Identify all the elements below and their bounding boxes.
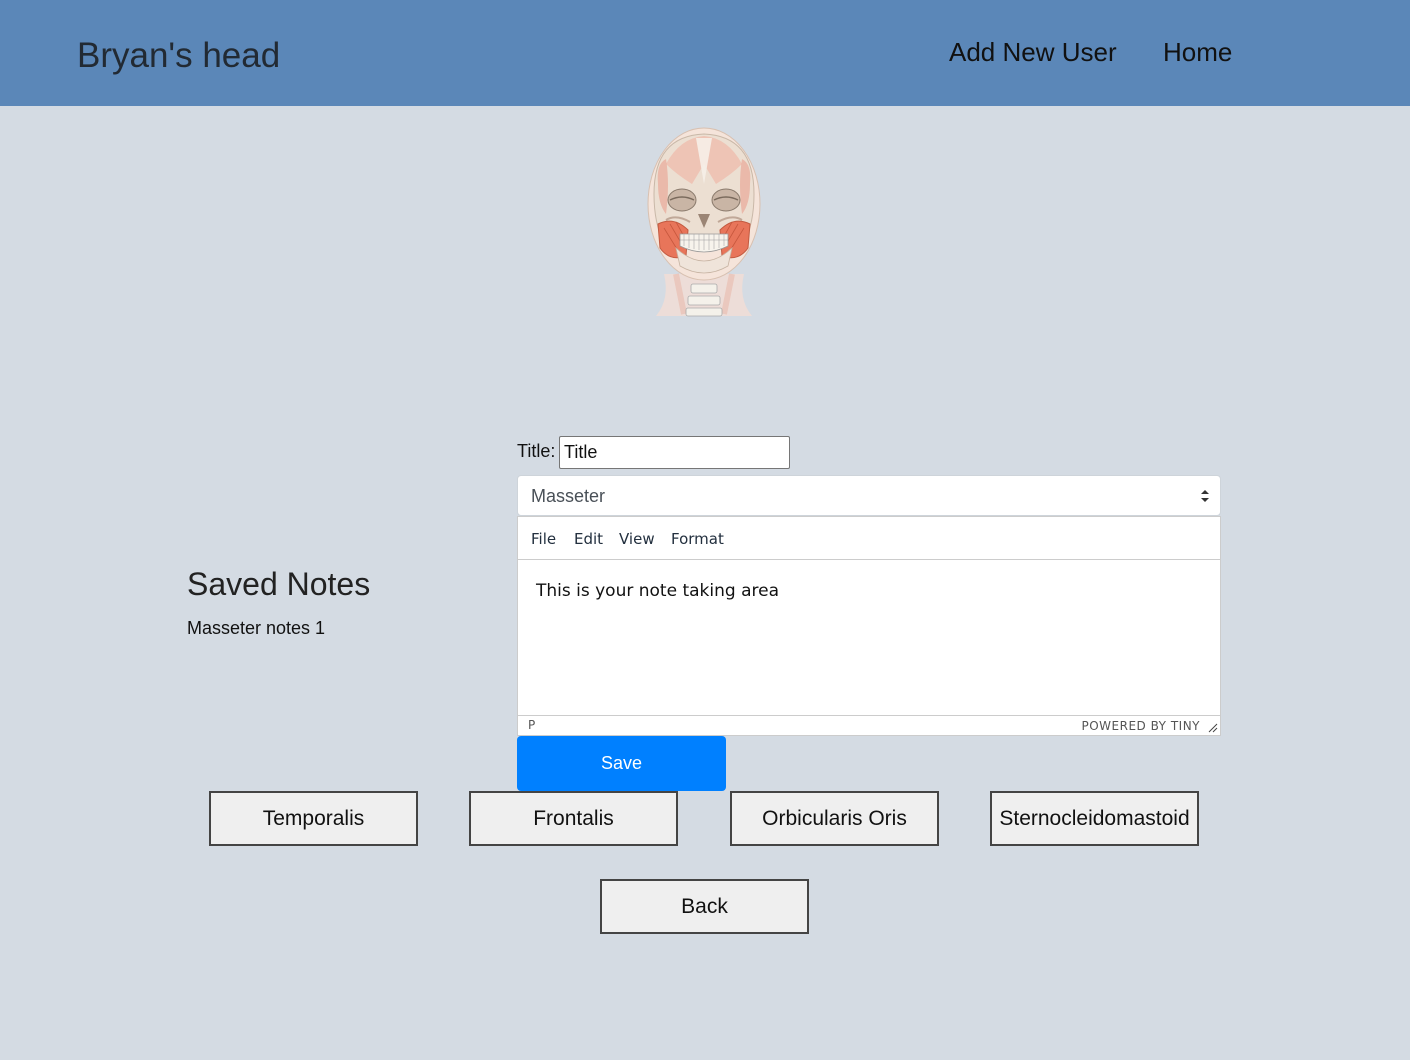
saved-note-item[interactable]: Masseter notes 1: [187, 618, 325, 639]
skull-muscle-image: [636, 124, 772, 320]
site-brand[interactable]: Bryan's head: [77, 36, 280, 76]
editor-statusbar: P POWERED BY TINY: [518, 715, 1220, 735]
editor-text: This is your note taking area: [536, 581, 779, 601]
muscle-select[interactable]: Masseter: [517, 475, 1221, 516]
title-input[interactable]: [559, 436, 790, 469]
orbicularis-oris-button[interactable]: Orbicularis Oris: [730, 791, 939, 846]
rich-text-editor: File Edit View Format This is your note …: [517, 516, 1221, 736]
nav-home[interactable]: Home: [1163, 37, 1232, 68]
top-navbar: Bryan's head Add New User Home: [0, 0, 1410, 106]
element-path[interactable]: P: [528, 718, 535, 732]
nav-add-new-user[interactable]: Add New User: [949, 37, 1117, 68]
save-button[interactable]: Save: [517, 736, 726, 791]
sternocleidomastoid-button[interactable]: Sternocleidomastoid: [990, 791, 1199, 846]
menu-edit[interactable]: Edit: [574, 530, 603, 548]
title-label: Title:: [517, 441, 556, 461]
muscle-select-value: Masseter: [531, 486, 606, 506]
powered-by-label[interactable]: POWERED BY TINY: [1082, 719, 1201, 733]
editor-content-area[interactable]: This is your note taking area: [518, 561, 1220, 716]
back-button[interactable]: Back: [600, 879, 809, 934]
temporalis-button[interactable]: Temporalis: [209, 791, 418, 846]
editor-menubar: File Edit View Format: [518, 517, 1220, 560]
skull-muscle-icon: [647, 127, 761, 317]
resize-handle-icon[interactable]: [1208, 723, 1218, 733]
menu-file[interactable]: File: [531, 530, 556, 548]
menu-view[interactable]: View: [619, 530, 655, 548]
select-arrows-icon: [1201, 490, 1209, 502]
menu-format[interactable]: Format: [671, 530, 724, 548]
frontalis-button[interactable]: Frontalis: [469, 791, 678, 846]
saved-notes-heading: Saved Notes: [187, 566, 371, 602]
